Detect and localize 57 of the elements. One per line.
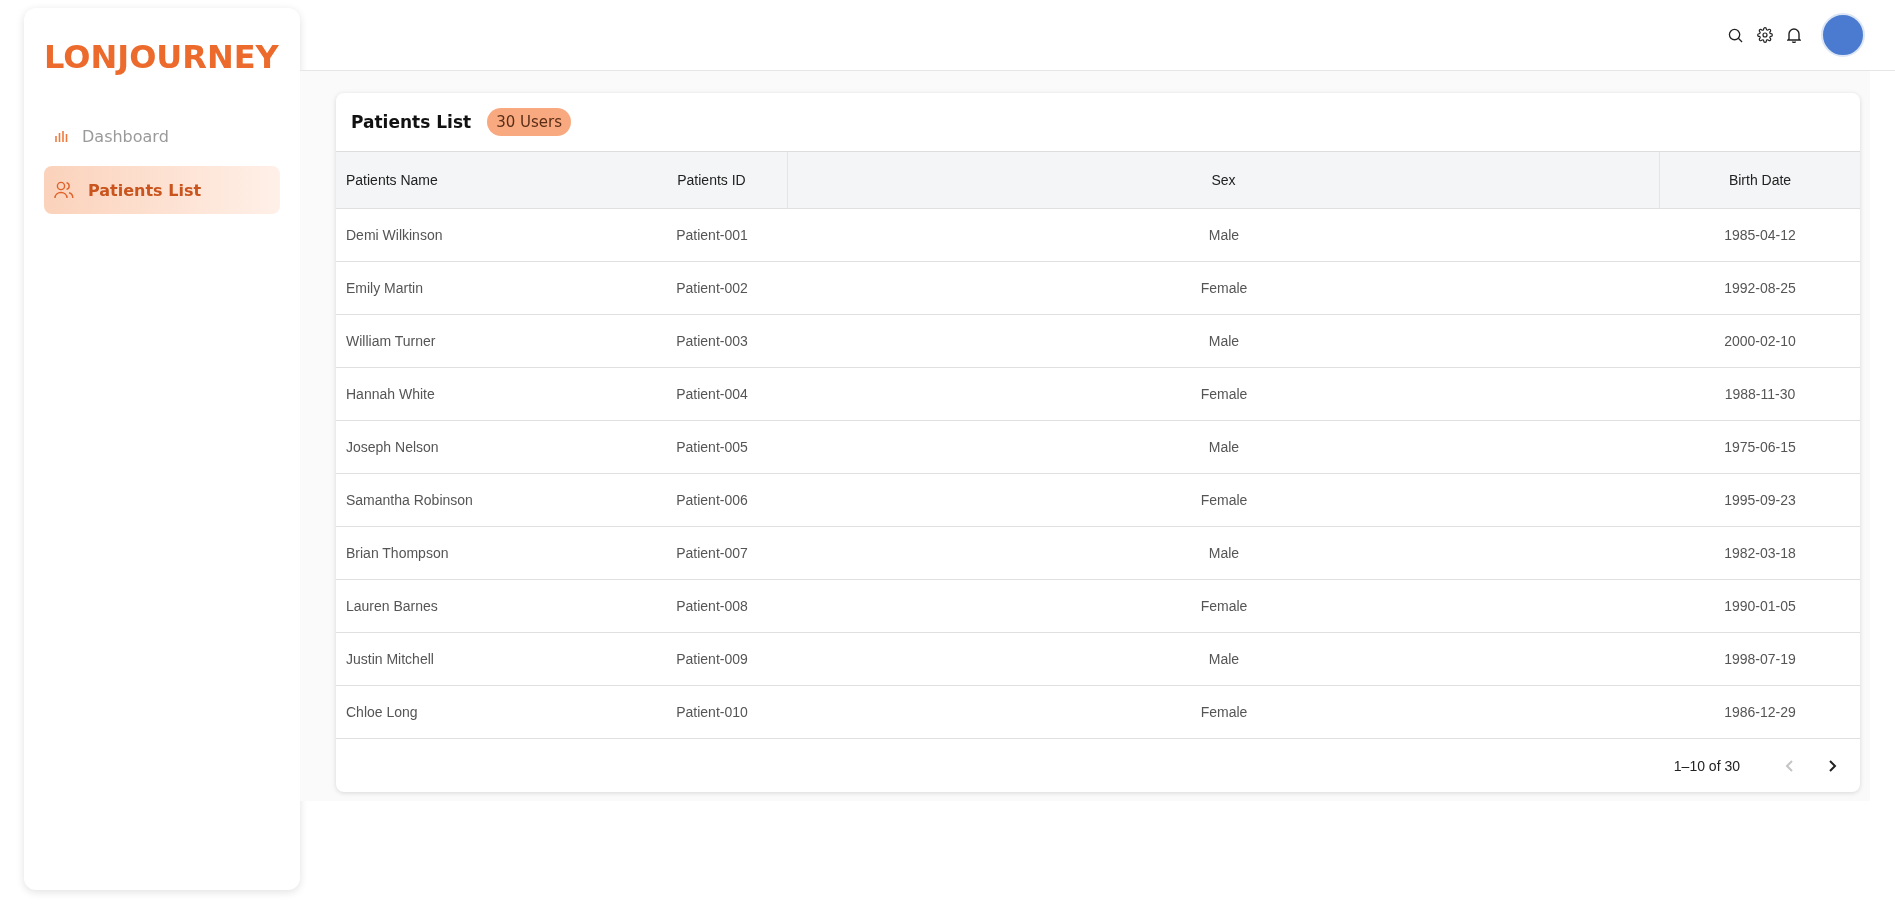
- table-cell: Justin Mitchell: [336, 633, 636, 686]
- table-cell: Male: [788, 209, 1660, 262]
- column-header[interactable]: Patients Name: [336, 152, 636, 209]
- table-cell: Demi Wilkinson: [336, 209, 636, 262]
- pagination-range: 1–10 of 30: [1673, 757, 1740, 774]
- logo-text: LONJOURNEY: [44, 38, 280, 76]
- column-header[interactable]: Patients ID: [636, 152, 788, 209]
- table-cell: Patient-008: [636, 580, 788, 633]
- table-cell: Patient-004: [636, 368, 788, 421]
- table-cell: Female: [788, 262, 1660, 315]
- table-cell: Chloe Long: [336, 686, 636, 739]
- table-cell: Male: [788, 315, 1660, 368]
- table-cell: Male: [788, 527, 1660, 580]
- table-cell: Emily Martin: [336, 262, 636, 315]
- bar-chart-icon: [54, 129, 68, 143]
- table-cell: Patient-009: [636, 633, 788, 686]
- table-cell: 1992-08-25: [1660, 262, 1860, 315]
- chevron-left-icon: [1785, 758, 1795, 773]
- table-cell: Joseph Nelson: [336, 421, 636, 474]
- table-cell: Patient-002: [636, 262, 788, 315]
- table-cell: Patient-005: [636, 421, 788, 474]
- table-cell: Male: [788, 633, 1660, 686]
- table-cell: Female: [788, 474, 1660, 527]
- column-header[interactable]: Birth Date: [1660, 152, 1860, 209]
- table-cell: 1988-11-30: [1660, 368, 1860, 421]
- table-cell: 1986-12-29: [1660, 686, 1860, 739]
- table-cell: 1998-07-19: [1660, 633, 1860, 686]
- table-cell: 1982-03-18: [1660, 527, 1860, 580]
- table-cell: Male: [788, 421, 1660, 474]
- table-cell: 1985-04-12: [1660, 209, 1860, 262]
- settings-icon[interactable]: [1757, 27, 1773, 43]
- table-cell: Patient-010: [636, 686, 788, 739]
- table-cell: Patient-007: [636, 527, 788, 580]
- card-title: Patients List: [351, 112, 472, 132]
- search-icon[interactable]: [1728, 27, 1743, 43]
- table-cell: 1990-01-05: [1660, 580, 1860, 633]
- table-cell: Lauren Barnes: [336, 580, 636, 633]
- table-cell: Patient-006: [636, 474, 788, 527]
- table-cell: Hannah White: [336, 368, 636, 421]
- table-cell: Samantha Robinson: [336, 474, 636, 527]
- table-cell: Female: [788, 686, 1660, 739]
- notification-bell-icon[interactable]: [1787, 27, 1801, 43]
- table-cell: Patient-001: [636, 209, 788, 262]
- table-cell: Patient-003: [636, 315, 788, 368]
- users-count-badge: 30 Users: [487, 108, 571, 136]
- table-cell: 1995-09-23: [1660, 474, 1860, 527]
- users-icon: [54, 181, 74, 199]
- table-cell: Female: [788, 580, 1660, 633]
- sidebar-item[interactable]: Patients List: [44, 166, 280, 214]
- avatar-placeholder[interactable]: [1821, 13, 1865, 57]
- table-cell: William Turner: [336, 315, 636, 368]
- table-cell: 1975-06-15: [1660, 421, 1860, 474]
- table-cell: Brian Thompson: [336, 527, 636, 580]
- table-cell: Female: [788, 368, 1660, 421]
- chevron-right-icon: [1827, 758, 1837, 773]
- table-cell: 2000-02-10: [1660, 315, 1860, 368]
- column-header[interactable]: Sex: [788, 152, 1660, 209]
